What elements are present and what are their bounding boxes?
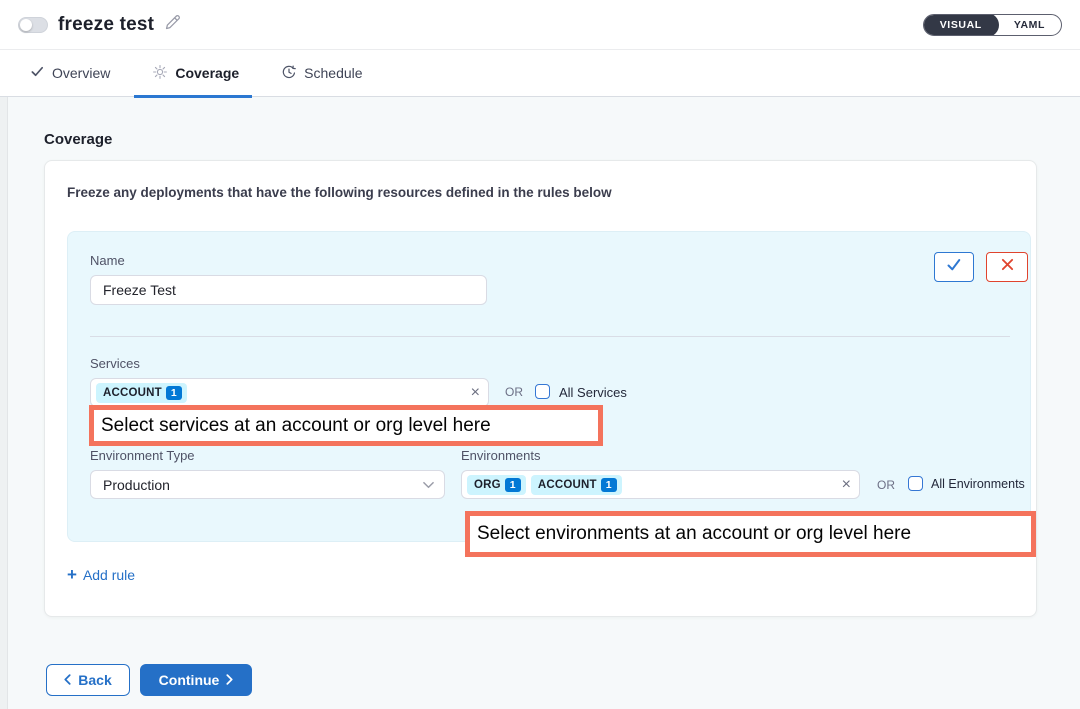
page-title: freeze test [58,14,154,36]
services-clear-icon[interactable]: × [471,385,480,401]
continue-button[interactable]: Continue [140,664,252,696]
add-rule-label: Add rule [83,567,135,583]
back-label: Back [78,672,111,688]
environments-label: Environments [461,448,540,463]
all-environments-label: All Environments [931,477,1025,491]
tag-count-badge: 1 [601,478,617,492]
rule-divider [90,336,1010,337]
rule-name-input[interactable] [90,275,487,305]
all-environments-checkbox[interactable] [908,476,923,491]
tab-overview-label: Overview [52,65,110,81]
environments-or-label: OR [877,478,895,492]
coverage-card: Freeze any deployments that have the fol… [44,160,1037,617]
environment-tag-account[interactable]: ACCOUNT 1 [531,475,622,495]
services-annotation-callout: Select services at an account or org lev… [89,405,603,446]
tag-count-badge: 1 [166,386,182,400]
freeze-rule-card: Name Services [67,231,1031,542]
all-services-label: All Services [559,385,627,400]
plus-icon: + [67,566,77,583]
freeze-window: freeze test VISUAL YAML Overview [0,0,1080,709]
service-tag-account[interactable]: ACCOUNT 1 [96,383,187,403]
coverage-description: Freeze any deployments that have the fol… [67,185,612,200]
chevron-left-icon [64,672,71,688]
delete-rule-button[interactable] [986,252,1028,282]
tag-text: ACCOUNT [538,479,597,491]
coverage-heading: Coverage [44,131,112,148]
left-edge-divider [0,97,8,709]
all-services-checkbox[interactable] [535,384,550,399]
tab-schedule[interactable]: Schedule [281,50,362,97]
tag-text: ORG [474,479,501,491]
chevron-down-icon [423,481,434,489]
environment-type-value: Production [103,477,170,493]
check-icon [30,64,45,82]
pencil-icon [164,14,181,36]
yaml-segment[interactable]: YAML [998,14,1061,36]
tag-text: ACCOUNT [103,387,162,399]
visual-yaml-switch: VISUAL YAML [923,14,1062,36]
environment-type-label: Environment Type [90,448,195,463]
edit-title-button[interactable] [164,14,181,36]
tab-schedule-label: Schedule [304,65,362,81]
tab-bar: Overview Coverage Schedule [0,50,1080,97]
add-rule-button[interactable]: + Add rule [67,566,135,583]
header-bar: freeze test VISUAL YAML [0,0,1080,50]
services-label: Services [90,356,140,371]
name-label: Name [90,253,125,268]
visual-segment[interactable]: VISUAL [923,14,999,36]
environments-annotation-callout: Select environments at an account or org… [465,511,1036,557]
check-confirm-icon [946,257,962,278]
confirm-rule-button[interactable] [934,252,974,282]
freeze-enabled-toggle[interactable] [18,17,48,33]
tab-overview[interactable]: Overview [30,50,110,97]
tab-coverage-label: Coverage [175,65,239,81]
continue-label: Continue [159,672,220,688]
environments-multiselect[interactable]: ORG 1 ACCOUNT 1 × [461,470,860,499]
x-delete-icon [1001,258,1014,276]
tag-count-badge: 1 [505,478,521,492]
chevron-right-icon [226,672,233,688]
environment-tag-org[interactable]: ORG 1 [467,475,526,495]
services-or-label: OR [505,385,523,399]
environment-type-select[interactable]: Production [90,470,445,499]
tab-coverage[interactable]: Coverage [152,50,239,97]
toggle-knob [20,19,32,31]
back-button[interactable]: Back [46,664,130,696]
gear-icon [152,64,168,83]
schedule-history-icon [281,64,297,83]
environments-clear-icon[interactable]: × [842,477,851,493]
services-multiselect[interactable]: ACCOUNT 1 × [90,378,489,407]
